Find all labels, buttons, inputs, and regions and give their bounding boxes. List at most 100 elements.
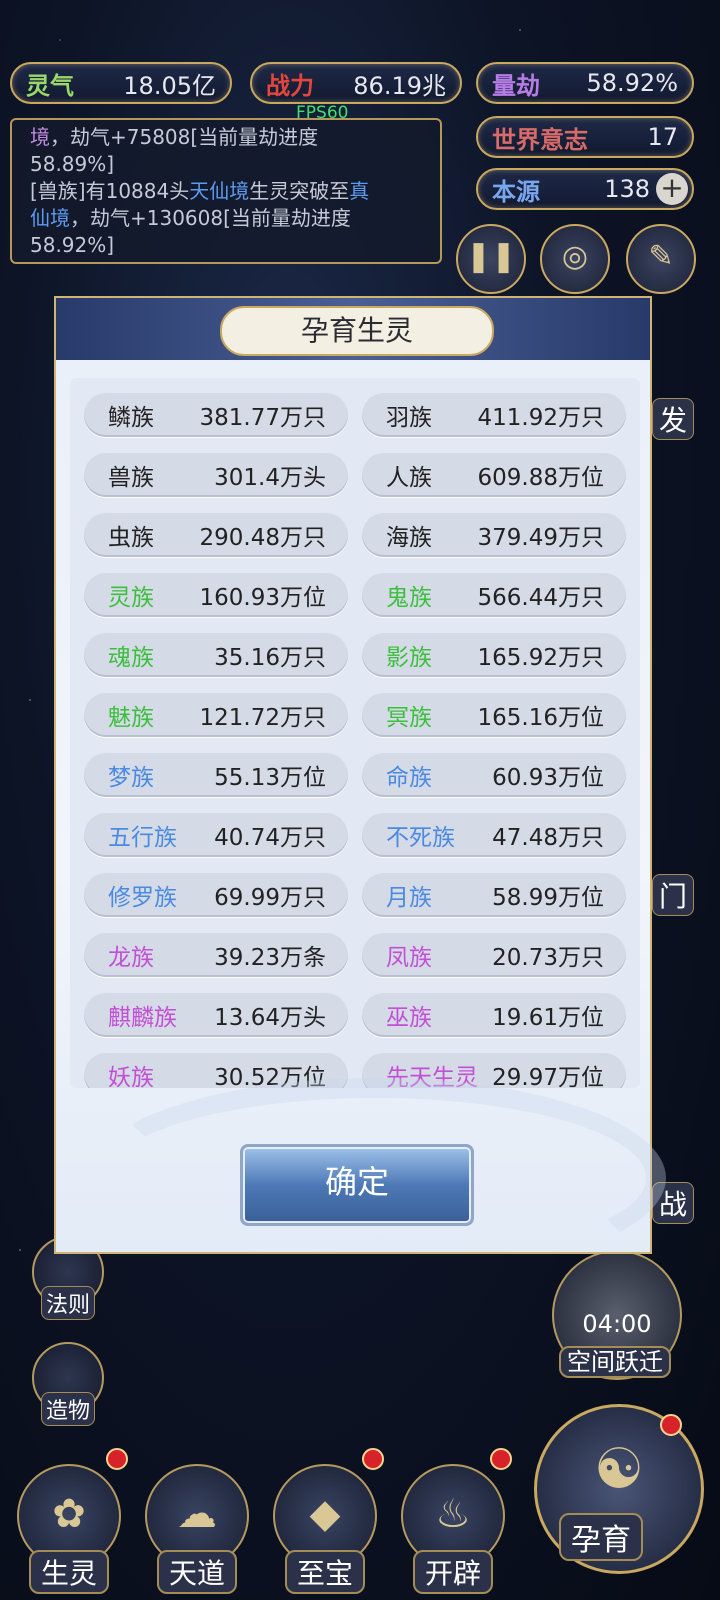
race-count: 121.72万只 — [199, 705, 326, 731]
pause-icon[interactable]: ❚❚ — [456, 224, 526, 294]
add-icon[interactable]: + — [656, 173, 688, 205]
stat-liangjie[interactable]: 量劫 58.92% — [476, 62, 694, 104]
stat-benyuan-label: 本源 — [492, 177, 540, 206]
race-count: 40.74万只 — [214, 825, 326, 851]
race-item: 巫族 19.61万位 — [362, 993, 626, 1037]
race-item: 羽族 411.92万只 — [362, 393, 626, 437]
race-name: 鳞族 — [108, 405, 154, 431]
nav-kaipi-label: 开辟 — [412, 1550, 493, 1594]
stat-liangjie-value: 58.92% — [586, 69, 678, 97]
race-name: 妖族 — [108, 1065, 154, 1088]
race-item: 冥族 165.16万位 — [362, 693, 626, 737]
log-realm-tag: 仙境 — [30, 206, 70, 230]
nav-tiandao[interactable]: ☁ 天道 — [142, 1464, 252, 1594]
race-count: 60.93万位 — [492, 765, 604, 791]
race-item: 五行族 40.74万只 — [84, 813, 348, 857]
space-jump-label: 空间跃迁 — [559, 1346, 671, 1378]
side-button-fa[interactable]: 发 — [652, 398, 695, 440]
scroll-icon[interactable]: ✎ — [626, 224, 696, 294]
race-count: 35.16万只 — [214, 645, 326, 671]
race-name: 冥族 — [386, 705, 432, 731]
stat-lingqi-label: 灵气 — [26, 71, 74, 100]
nav-tiandao-label: 天道 — [156, 1550, 237, 1594]
confirm-button[interactable]: 确定 — [240, 1144, 474, 1226]
race-count: 55.13万位 — [214, 765, 326, 791]
notification-dot — [660, 1414, 682, 1436]
nav-kaipi[interactable]: ♨ 开辟 — [398, 1464, 508, 1594]
log-text: ，劫气+75808[当前量劫进度 — [50, 125, 319, 149]
race-item: 麒麟族 13.64万头 — [84, 993, 348, 1037]
race-count: 165.92万只 — [477, 645, 604, 671]
race-item: 虫族 290.48万只 — [84, 513, 348, 557]
race-count: 290.48万只 — [199, 525, 326, 551]
race-count: 301.4万头 — [214, 465, 326, 491]
race-name: 鬼族 — [386, 585, 432, 611]
race-count: 20.73万只 — [492, 945, 604, 971]
race-item: 影族 165.92万只 — [362, 633, 626, 677]
breed-creatures-dialog: 孕育生灵 鳞族 381.77万只 羽族 411.92万只 兽族 301.4万头 人族 609.… — [54, 296, 666, 1278]
notification-dot — [106, 1448, 128, 1470]
space-jump-timer: 04:00 — [582, 1310, 652, 1338]
race-count: 165.16万位 — [477, 705, 604, 731]
race-item: 鳞族 381.77万只 — [84, 393, 348, 437]
log-realm-tag: 天仙境 — [189, 179, 250, 203]
creation-button[interactable]: 造物 — [32, 1342, 104, 1426]
race-item: 修罗族 69.99万只 — [84, 873, 348, 917]
stat-benyuan[interactable]: 本源 138 + — [476, 168, 694, 210]
race-name: 梦族 — [108, 765, 154, 791]
race-name: 虫族 — [108, 525, 154, 551]
log-realm-tag: 境 — [30, 125, 50, 149]
nav-zhibao-label: 至宝 — [284, 1550, 365, 1594]
race-count: 379.49万只 — [477, 525, 604, 551]
stat-lingqi-value: 18.05亿 — [123, 71, 216, 100]
stat-lingqi: 灵气 18.05亿 — [10, 62, 232, 104]
log-text: 生灵突破至 — [249, 179, 350, 203]
race-name: 灵族 — [108, 585, 154, 611]
side-button-men[interactable]: 门 — [652, 874, 695, 916]
race-item: 人族 609.88万位 — [362, 453, 626, 497]
dialog-title: 孕育生灵 — [220, 306, 494, 356]
race-item: 不死族 47.48万只 — [362, 813, 626, 857]
stat-shijie-yizhi[interactable]: 世界意志 17 — [476, 116, 694, 158]
race-count: 69.99万只 — [214, 885, 326, 911]
race-item: 鬼族 566.44万只 — [362, 573, 626, 617]
race-name: 修罗族 — [108, 885, 177, 911]
race-count: 47.48万只 — [492, 825, 604, 851]
nav-shengling-label: 生灵 — [28, 1550, 109, 1594]
vortex-icon[interactable]: ◎ — [540, 224, 610, 294]
nav-shengling[interactable]: ✿ 生灵 — [14, 1464, 124, 1594]
stat-zhanli-label: 战力 — [266, 71, 314, 100]
stat-shijie-value: 17 — [647, 123, 678, 151]
race-name: 凤族 — [386, 945, 432, 971]
race-item: 月族 58.99万位 — [362, 873, 626, 917]
stat-shijie-label: 世界意志 — [492, 125, 588, 154]
race-count: 411.92万只 — [477, 405, 604, 431]
race-name: 魂族 — [108, 645, 154, 671]
nav-zhibao[interactable]: ◆ 至宝 — [270, 1464, 380, 1594]
log-text: [兽族]有10884头 — [30, 179, 190, 203]
race-count: 566.44万只 — [477, 585, 604, 611]
race-item: 龙族 39.23万条 — [84, 933, 348, 977]
race-name: 羽族 — [386, 405, 432, 431]
race-name: 不死族 — [386, 825, 455, 851]
race-item: 海族 379.49万只 — [362, 513, 626, 557]
race-item: 命族 60.93万位 — [362, 753, 626, 797]
log-realm-tag: 真 — [349, 179, 370, 203]
race-name: 巫族 — [386, 1005, 432, 1031]
race-list[interactable]: 鳞族 381.77万只 羽族 411.92万只 兽族 301.4万头 人族 609.88万位虫… — [70, 378, 640, 1088]
race-count: 19.61万位 — [492, 1005, 604, 1031]
race-item: 魅族 121.72万只 — [84, 693, 348, 737]
log-text: 58.89%] — [30, 152, 115, 176]
race-count: 609.88万位 — [477, 465, 604, 491]
race-count: 13.64万头 — [214, 1005, 326, 1031]
race-count: 381.77万只 — [199, 405, 326, 431]
stat-zhanli-value: 86.19兆 — [353, 71, 446, 100]
race-name: 月族 — [386, 885, 432, 911]
stat-benyuan-value: 138 — [604, 175, 650, 203]
race-name: 影族 — [386, 645, 432, 671]
race-grid: 鳞族 381.77万只 羽族 411.92万只 兽族 301.4万头 人族 609.88万位虫… — [84, 393, 628, 1088]
embryo-icon: ☯ — [593, 1437, 645, 1502]
creation-label: 造物 — [40, 1392, 95, 1426]
race-count: 160.93万位 — [199, 585, 326, 611]
race-item: 凤族 20.73万只 — [362, 933, 626, 977]
